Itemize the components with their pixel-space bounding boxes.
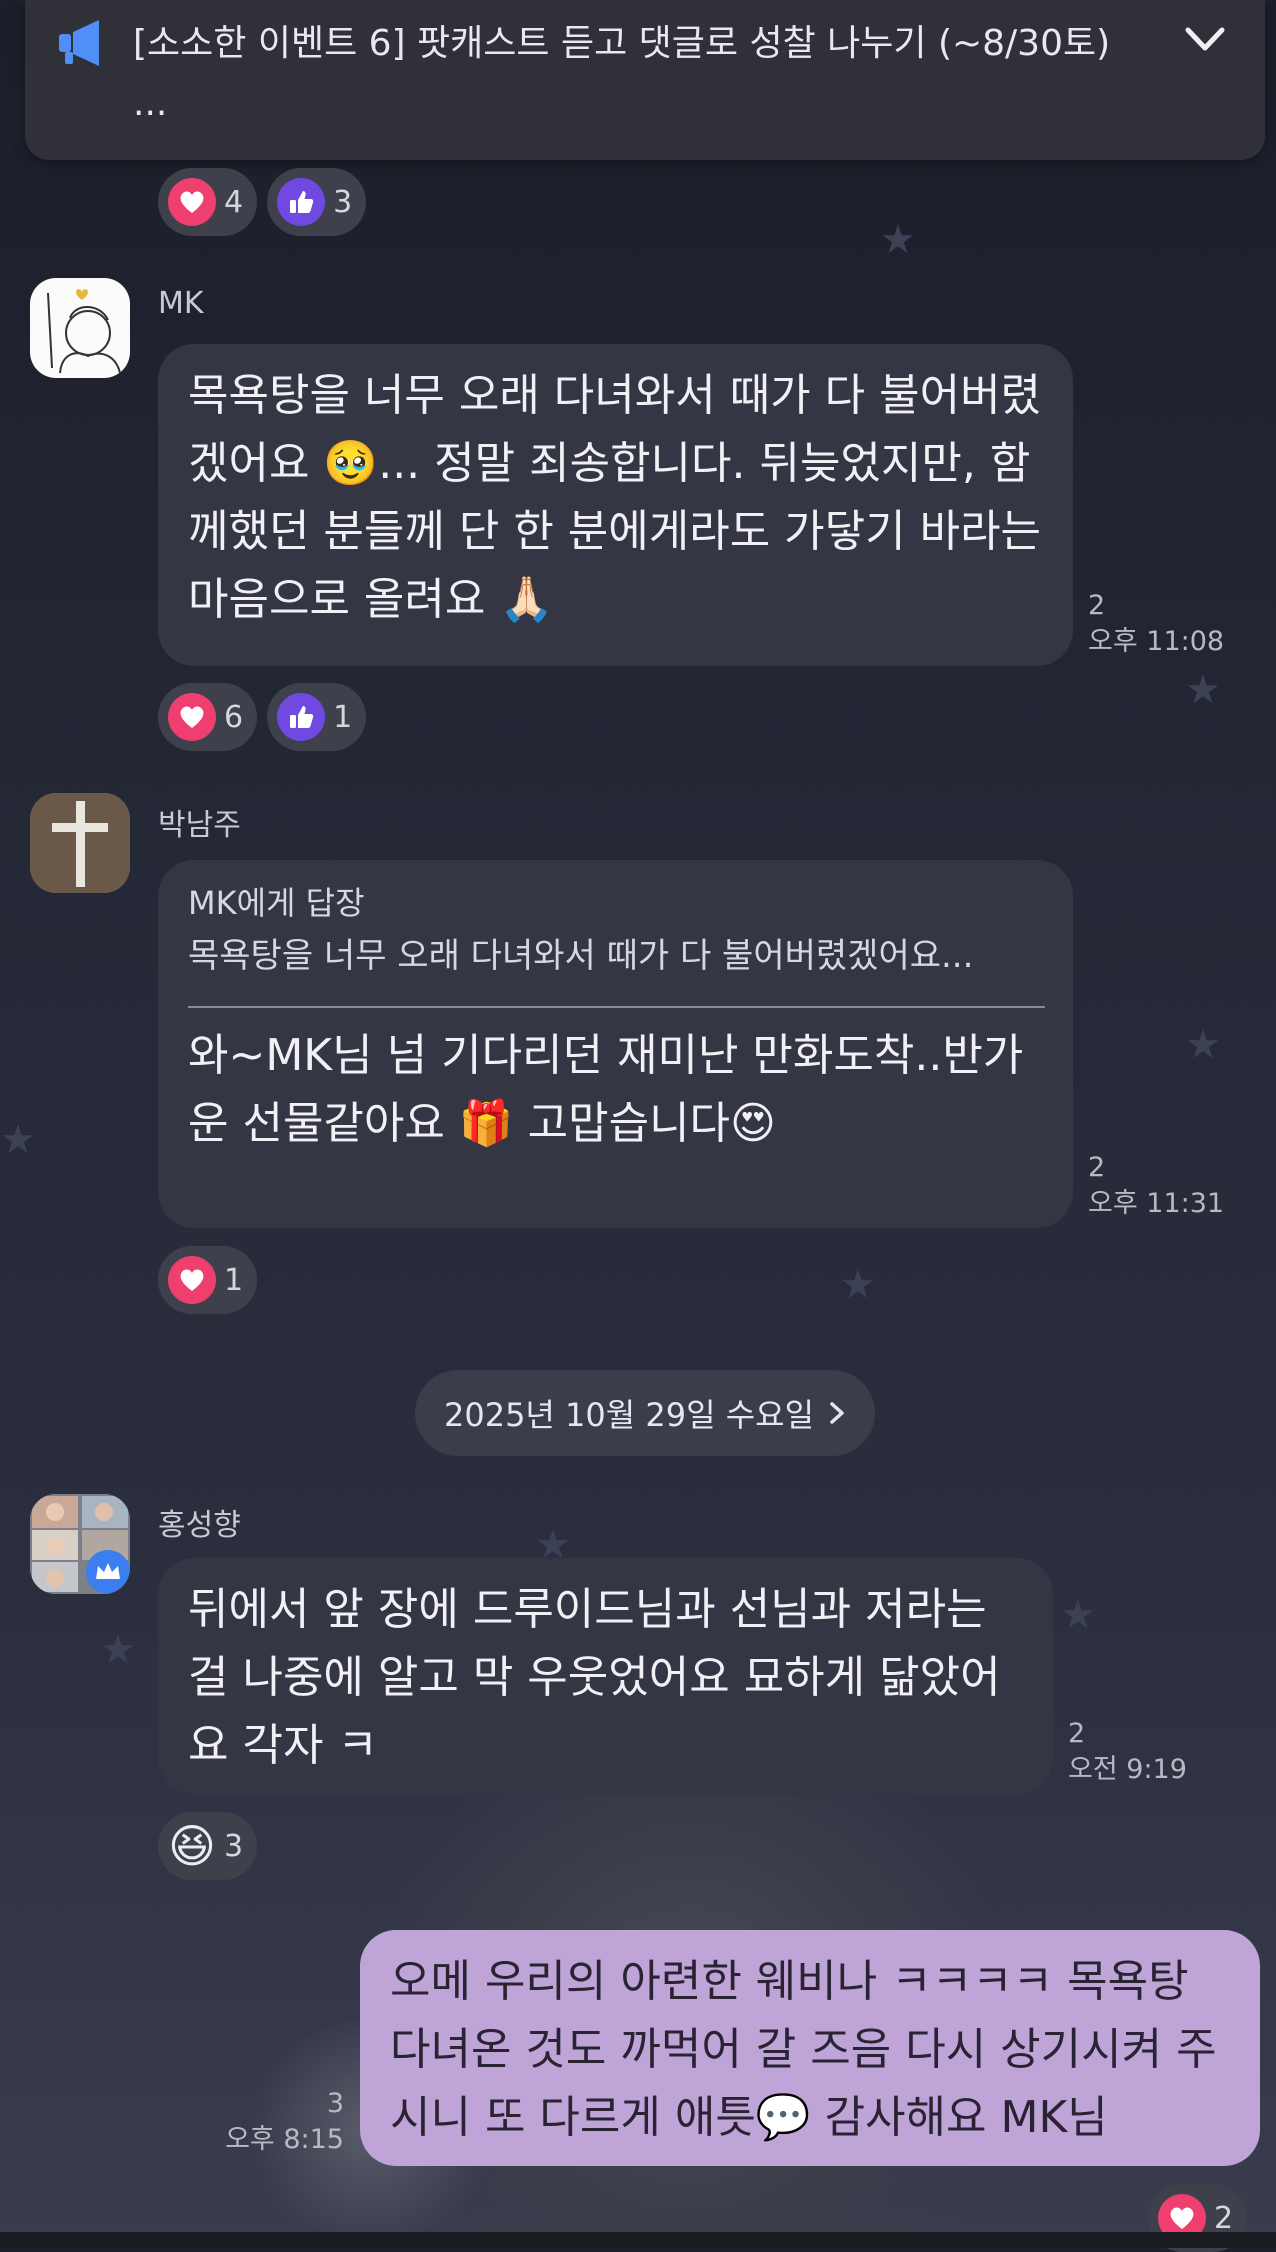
sender-name: MK (158, 286, 204, 321)
background-star: ★ (880, 217, 916, 263)
reaction-count: 3 (333, 184, 353, 220)
reply-quote[interactable]: 목욕탕을 너무 오래 다녀와서 때가 다 불어버렸겠어요... (188, 928, 1045, 984)
background-star: ★ (1060, 1592, 1096, 1638)
reaction-count: 3 (224, 1828, 244, 1864)
reaction-bar: 6 1 (158, 683, 367, 751)
pinned-notice[interactable]: [소소한 이벤트 6] 팟캐스트 듣고 댓글로 성찰 나누기 (~8/30토) … (25, 0, 1265, 160)
sender-name: 홍성향 (158, 1508, 241, 1543)
unread-count: 2 (1068, 1718, 1086, 1749)
like-reaction[interactable]: 1 (267, 683, 367, 751)
background-star: ★ (0, 1117, 36, 1163)
background-star: ★ (1185, 1022, 1221, 1068)
avatar[interactable] (30, 1494, 130, 1594)
message-meta: 2 오후 11:31 (1088, 1150, 1224, 1222)
bottom-edge (0, 2232, 1276, 2248)
message-text: 와~MK님 넘 기다리던 재미난 만화도착..반가운 선물같아요 🎁 고맙습니다… (188, 1030, 1024, 1149)
crown-icon (86, 1550, 130, 1594)
unread-count: 2 (1088, 590, 1106, 621)
reply-divider (188, 1006, 1045, 1008)
heart-reaction[interactable]: 6 (158, 683, 258, 751)
reaction-count: 6 (224, 699, 244, 735)
megaphone-icon (59, 20, 99, 66)
avatar[interactable] (30, 278, 130, 378)
reaction-bar: 😆 3 (158, 1812, 258, 1880)
like-reaction[interactable]: 3 (267, 168, 367, 236)
message-meta: 2 오후 11:08 (1088, 588, 1224, 660)
reaction-count: 1 (224, 1262, 244, 1298)
message-time: 오후 8:15 (225, 2124, 344, 2155)
notice-text: [소소한 이벤트 6] 팟캐스트 듣고 댓글로 성찰 나누기 (~8/30토) … (133, 23, 1111, 124)
message-time: 오후 11:08 (1088, 626, 1225, 657)
grin-reaction[interactable]: 😆 3 (158, 1812, 258, 1880)
chevron-down-icon[interactable] (1180, 20, 1230, 60)
reaction-bar: 1 (158, 1246, 258, 1314)
message-time: 오전 9:19 (1068, 1754, 1187, 1785)
chevron-right-icon (830, 1402, 844, 1424)
date-divider-label: 2025년 10월 29일 수요일 (443, 1396, 815, 1434)
grinning-face-icon: 😆 (168, 1819, 216, 1873)
thumbs-up-icon (277, 178, 326, 226)
message-meta: 2 오전 9:19 (1068, 1716, 1187, 1788)
message-bubble[interactable]: 뒤에서 앞 장에 드루이드님과 선님과 저라는 걸 나중에 알고 막 우웃었어요… (158, 1558, 1053, 1794)
message-time: 오후 11:31 (1088, 1188, 1225, 1219)
heart-icon (168, 1256, 216, 1304)
unread-count: 2 (1088, 1152, 1106, 1183)
reaction-count: 1 (333, 699, 353, 735)
message-bubble[interactable]: MK에게 답장 목욕탕을 너무 오래 다녀와서 때가 다 불어버렸겠어요... … (158, 860, 1073, 1228)
avatar[interactable] (30, 793, 130, 893)
cross-avatar-image (30, 793, 130, 893)
my-message-bubble[interactable]: 오메 우리의 아련한 웨비나 ㅋㅋㅋㅋ 목욕탕 다녀온 것도 까먹어 갈 즈음 … (360, 1930, 1260, 2166)
message-meta: 3 오후 8:15 (220, 2086, 344, 2158)
message-text: 목욕탕을 너무 오래 다녀와서 때가 다 불어버렸겠어요 🥹... 정말 죄송합… (188, 370, 1042, 625)
background-star: ★ (100, 1627, 136, 1673)
sketch-avatar-image (47, 289, 121, 374)
date-divider[interactable]: 2025년 10월 29일 수요일 (415, 1370, 875, 1456)
background-star: ★ (1185, 667, 1221, 713)
message-bubble[interactable]: 목욕탕을 너무 오래 다녀와서 때가 다 불어버렸겠어요 🥹... 정말 죄송합… (158, 344, 1073, 666)
background-star: ★ (840, 1262, 876, 1308)
sender-name: 박남주 (158, 808, 241, 843)
heart-icon (168, 693, 216, 741)
reaction-count: 4 (224, 184, 244, 220)
message-text: 오메 우리의 아련한 웨비나 ㅋㅋㅋㅋ 목욕탕 다녀온 것도 까먹어 갈 즈음 … (390, 1956, 1217, 2143)
reaction-bar: 4 3 (158, 168, 367, 236)
heart-reaction[interactable]: 1 (158, 1246, 258, 1314)
unread-count: 3 (326, 2088, 344, 2119)
reaction-count: 2 (1214, 2200, 1234, 2236)
heart-icon (168, 178, 216, 226)
message-text: 뒤에서 앞 장에 드루이드님과 선님과 저라는 걸 나중에 알고 막 우웃었어요… (188, 1584, 1001, 1771)
reply-header: MK에게 답장 (188, 884, 365, 922)
thumbs-up-icon (277, 693, 326, 741)
heart-reaction[interactable]: 4 (158, 168, 258, 236)
